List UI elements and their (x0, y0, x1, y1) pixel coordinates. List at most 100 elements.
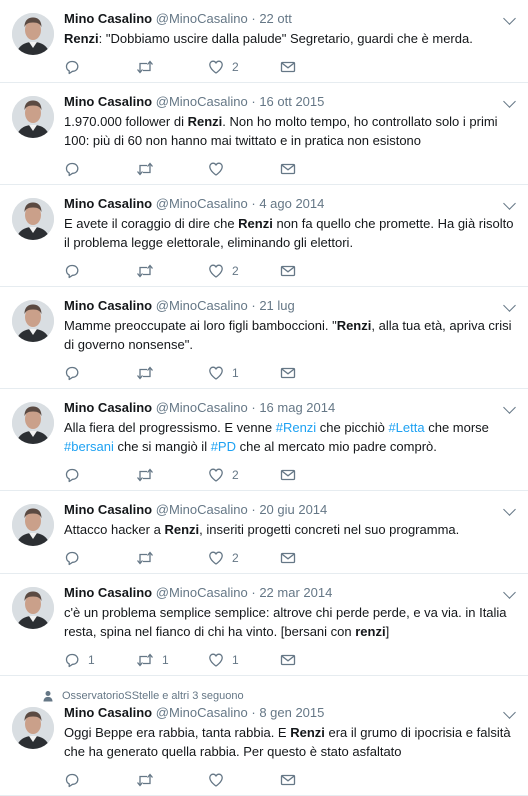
retweet-button[interactable] (136, 772, 208, 788)
tweet[interactable]: Mino Casalino @MinoCasalino · 4 ago 2014… (0, 185, 528, 287)
avatar[interactable] (12, 402, 54, 444)
avatar[interactable] (12, 198, 54, 240)
author-name[interactable]: Mino Casalino (64, 585, 152, 600)
author-handle[interactable]: @MinoCasalino (156, 196, 248, 211)
like-count: 1 (232, 653, 239, 667)
reply-button[interactable] (64, 365, 136, 381)
author-name[interactable]: Mino Casalino (64, 11, 152, 26)
avatar[interactable] (12, 707, 54, 749)
tweet[interactable]: Mino Casalino @MinoCasalino · 22 ott Renz… (0, 0, 528, 83)
author-name[interactable]: Mino Casalino (64, 94, 152, 109)
tweet[interactable]: Mino Casalino @MinoCasalino · 22 mar 201… (0, 574, 528, 676)
retweet-icon (136, 467, 154, 483)
retweet-icon (136, 161, 154, 177)
direct-message-button[interactable] (280, 550, 352, 566)
author-name[interactable]: Mino Casalino (64, 298, 152, 313)
direct-message-button[interactable] (280, 365, 352, 381)
direct-message-button[interactable] (280, 652, 352, 668)
tweet[interactable]: Mino Casalino @MinoCasalino · 20 giu 201… (0, 491, 528, 574)
direct-message-button[interactable] (280, 59, 352, 75)
retweet-button[interactable] (136, 467, 208, 483)
author-handle[interactable]: @MinoCasalino (156, 94, 248, 109)
separator-dot: · (251, 705, 256, 720)
like-button[interactable] (208, 161, 280, 177)
reply-button[interactable] (64, 467, 136, 483)
tweet[interactable]: Mino Casalino @MinoCasalino · 16 mag 201… (0, 389, 528, 491)
separator-dot: · (251, 94, 256, 109)
direct-message-button[interactable] (280, 467, 352, 483)
tweet-date[interactable]: 16 ott 2015 (259, 94, 324, 109)
author-handle[interactable]: @MinoCasalino (156, 400, 248, 415)
heart-icon (208, 550, 224, 566)
author-name[interactable]: Mino Casalino (64, 502, 152, 517)
highlighted-keyword: renzi (355, 624, 386, 639)
like-button[interactable] (208, 772, 280, 788)
author-name[interactable]: Mino Casalino (64, 705, 152, 720)
tweet-date[interactable]: 20 giu 2014 (259, 502, 327, 517)
tweet-date[interactable]: 22 mar 2014 (259, 585, 332, 600)
avatar[interactable] (12, 504, 54, 546)
tweet-text-segment: che al mercato mio padre comprò. (236, 439, 437, 454)
tweet-date[interactable]: 8 gen 2015 (259, 705, 324, 720)
tweet-text: c'è un problema semplice semplice: altro… (64, 603, 518, 641)
direct-message-button[interactable] (280, 263, 352, 279)
like-count: 1 (232, 366, 239, 380)
tweet-actions: 1 1 1 (64, 645, 518, 675)
tweet[interactable]: OsservatorioSStelle e altri 3 seguono Min… (0, 676, 528, 796)
retweet-button[interactable]: 1 (136, 652, 208, 668)
tweet-date[interactable]: 22 ott (259, 11, 292, 26)
direct-message-button[interactable] (280, 161, 352, 177)
retweet-button[interactable] (136, 263, 208, 279)
retweet-icon (136, 263, 154, 279)
hashtag-link[interactable]: #PD (211, 439, 236, 454)
tweet-date[interactable]: 4 ago 2014 (259, 196, 324, 211)
author-handle[interactable]: @MinoCasalino (156, 11, 248, 26)
author-handle[interactable]: @MinoCasalino (156, 502, 248, 517)
author-name[interactable]: Mino Casalino (64, 196, 152, 211)
envelope-icon (280, 161, 296, 177)
separator-dot: · (251, 11, 256, 26)
like-button[interactable]: 2 (208, 59, 280, 75)
tweet-header: Mino Casalino @MinoCasalino · 16 ott 201… (64, 93, 518, 110)
reply-button[interactable] (64, 161, 136, 177)
direct-message-button[interactable] (280, 772, 352, 788)
tweet[interactable]: Mino Casalino @MinoCasalino · 16 ott 201… (0, 83, 528, 185)
like-button[interactable]: 2 (208, 550, 280, 566)
author-handle[interactable]: @MinoCasalino (156, 585, 248, 600)
retweet-button[interactable] (136, 550, 208, 566)
reply-button[interactable] (64, 772, 136, 788)
avatar[interactable] (12, 587, 54, 629)
reply-button[interactable]: 1 (64, 652, 136, 668)
hashtag-link[interactable]: #bersani (64, 439, 114, 454)
avatar[interactable] (12, 300, 54, 342)
retweet-button[interactable] (136, 365, 208, 381)
tweet-date[interactable]: 21 lug (259, 298, 294, 313)
reply-icon (64, 652, 80, 668)
tweet-text-segment: Oggi Beppe era rabbia, tanta rabbia. E (64, 725, 291, 740)
hashtag-link[interactable]: #Renzi (276, 420, 316, 435)
like-button[interactable]: 2 (208, 467, 280, 483)
avatar[interactable] (12, 13, 54, 55)
author-handle[interactable]: @MinoCasalino (156, 298, 248, 313)
author-handle[interactable]: @MinoCasalino (156, 705, 248, 720)
like-button[interactable]: 2 (208, 263, 280, 279)
hashtag-link[interactable]: #Letta (388, 420, 424, 435)
retweet-button[interactable] (136, 161, 208, 177)
envelope-icon (280, 59, 296, 75)
heart-icon (208, 263, 224, 279)
tweet-date[interactable]: 16 mag 2014 (259, 400, 335, 415)
reply-button[interactable] (64, 263, 136, 279)
like-button[interactable]: 1 (208, 652, 280, 668)
author-name[interactable]: Mino Casalino (64, 400, 152, 415)
retweet-button[interactable] (136, 59, 208, 75)
separator-dot: · (251, 400, 256, 415)
envelope-icon (280, 550, 296, 566)
tweet-actions: 2 (64, 52, 518, 82)
reply-button[interactable] (64, 550, 136, 566)
avatar[interactable] (12, 96, 54, 138)
heart-icon (208, 467, 224, 483)
tweet[interactable]: Mino Casalino @MinoCasalino · 21 lug Mamm… (0, 287, 528, 389)
like-count: 2 (232, 264, 239, 278)
reply-button[interactable] (64, 59, 136, 75)
like-button[interactable]: 1 (208, 365, 280, 381)
